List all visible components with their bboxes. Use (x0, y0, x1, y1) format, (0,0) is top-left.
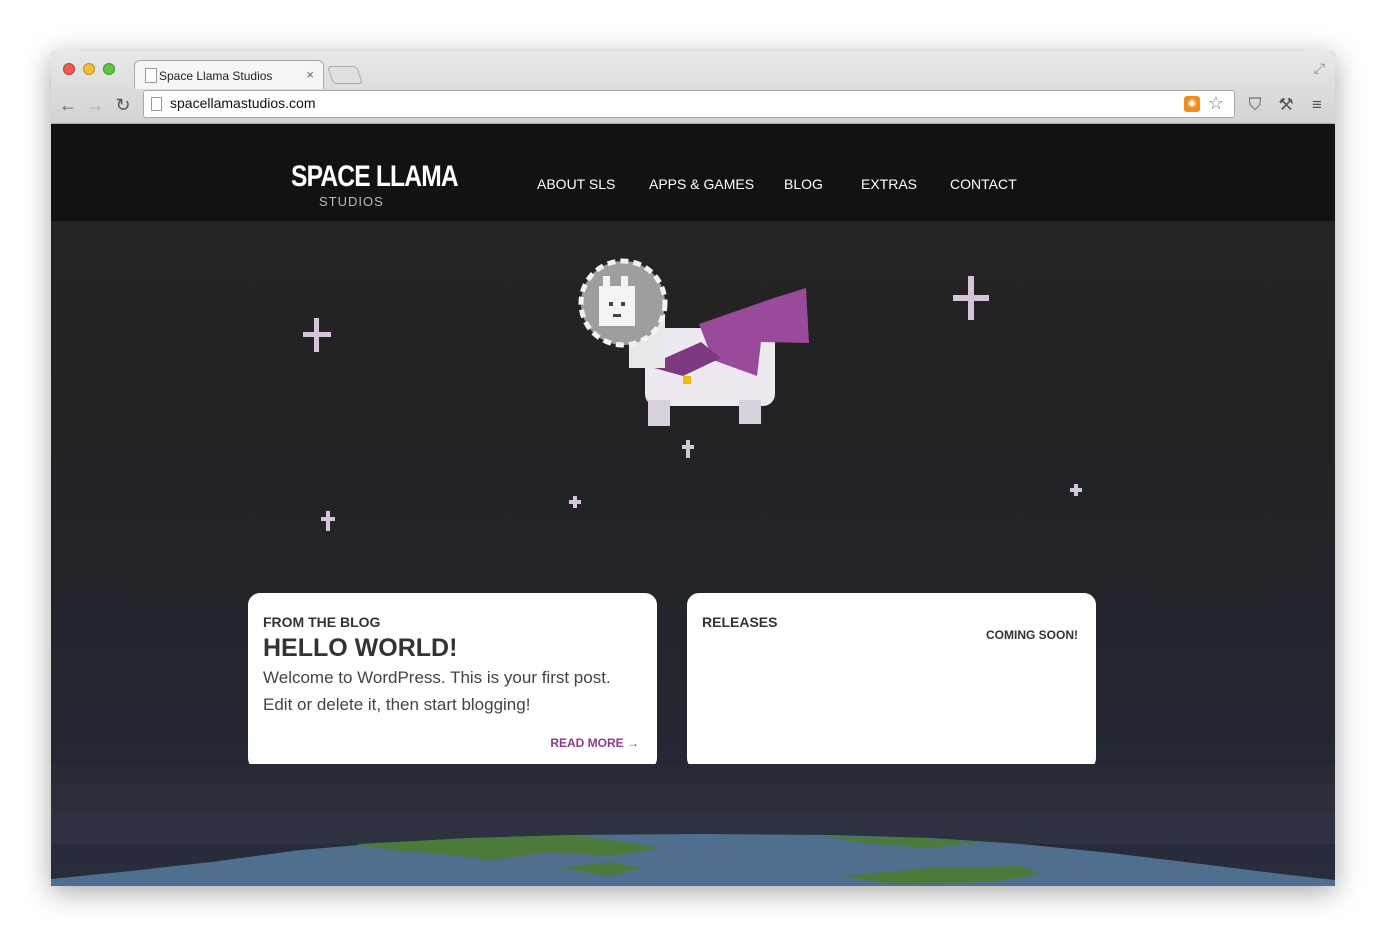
window-controls (63, 63, 115, 75)
wrench-icon[interactable]: ⚒ (1275, 94, 1297, 116)
bookmark-star-icon[interactable]: ☆ (1208, 93, 1224, 114)
blog-post-title[interactable]: HELLO WORLD! (263, 634, 457, 663)
forward-icon[interactable]: → (84, 96, 106, 114)
new-tab-button[interactable] (327, 66, 363, 84)
url-text[interactable]: spacellamastudios.com (170, 95, 316, 111)
releases-card: RELEASES COMING SOON! (687, 593, 1096, 770)
zoom-window-button[interactable] (103, 63, 115, 75)
address-bar[interactable]: spacellamastudios.com ◉ ☆ (143, 90, 1235, 118)
blog-post-excerpt: Welcome to WordPress. This is your first… (263, 668, 611, 714)
space-llama-illustration (578, 258, 809, 426)
nav-apps-games[interactable]: APPS & GAMES (649, 176, 754, 192)
star-sparkle-icon (303, 318, 331, 352)
browser-window: Space Llama Studios × ⤢ ← → ↻ spacellama… (51, 51, 1335, 886)
blog-card-heading: FROM THE BLOG (263, 614, 381, 630)
star-sparkle-icon (321, 511, 335, 531)
nav-contact[interactable]: CONTACT (950, 176, 1017, 192)
nav-about[interactable]: ABOUT SLS (537, 176, 615, 192)
star-sparkle-icon (953, 276, 989, 320)
read-more-link[interactable]: READ MORE → (550, 736, 639, 750)
star-sparkle-icon (1070, 484, 1082, 496)
site-logo-subtitle: STUDIOS (319, 194, 384, 209)
star-sparkle-icon (682, 440, 694, 458)
releases-status: COMING SOON! (986, 628, 1078, 642)
nav-blog[interactable]: BLOG (784, 176, 823, 192)
browser-chrome: Space Llama Studios × ⤢ ← → ↻ spacellama… (51, 51, 1335, 124)
page-icon (151, 97, 162, 111)
webpage: SPACE LLAMA STUDIOS ABOUT SLS APPS & GAM… (51, 124, 1335, 886)
tab-close-icon[interactable]: × (306, 67, 314, 82)
fullscreen-icon[interactable]: ⤢ (1314, 60, 1325, 77)
page-icon (145, 68, 157, 83)
pocket-icon[interactable]: ⛉ (1244, 94, 1266, 116)
menu-icon[interactable]: ≡ (1306, 94, 1328, 116)
tab-title: Space Llama Studios (159, 69, 273, 83)
site-logo[interactable]: SPACE LLAMA (291, 160, 459, 194)
browser-tab[interactable]: Space Llama Studios × (134, 60, 324, 89)
minimize-window-button[interactable] (83, 63, 95, 75)
rss-icon[interactable]: ◉ (1184, 96, 1200, 112)
close-window-button[interactable] (63, 63, 75, 75)
star-sparkle-icon (569, 496, 581, 508)
site-header: SPACE LLAMA STUDIOS ABOUT SLS APPS & GAM… (51, 124, 1335, 221)
releases-card-heading: RELEASES (702, 614, 778, 630)
back-icon[interactable]: ← (57, 96, 79, 114)
blog-card: FROM THE BLOG HELLO WORLD! Welcome to Wo… (248, 593, 657, 770)
earth-planet-illustration (51, 764, 1335, 886)
nav-extras[interactable]: EXTRAS (861, 176, 917, 192)
reload-icon[interactable]: ↻ (112, 96, 134, 114)
